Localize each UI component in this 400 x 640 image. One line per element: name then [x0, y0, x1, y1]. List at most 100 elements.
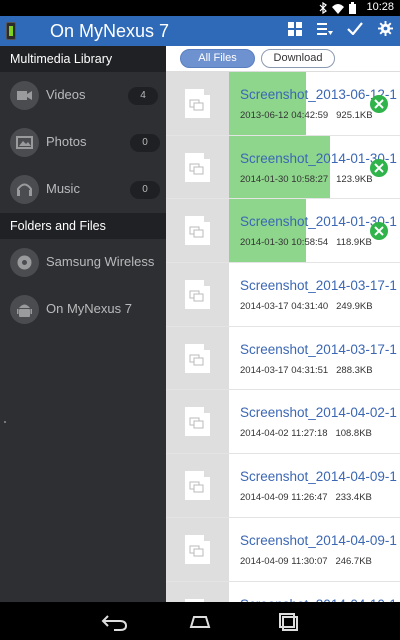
action-bar: On MyNexus 7 — [0, 16, 400, 46]
file-size: 108.8KB — [335, 428, 372, 440]
clock: 10:28 — [366, 1, 394, 13]
sidebar-item-label: Samsung Wireless — [46, 254, 155, 269]
file-size: 123.9KB — [336, 173, 373, 185]
disc-icon — [10, 248, 39, 277]
checkmark-icon — [347, 22, 363, 40]
thumbnail-column — [166, 390, 229, 454]
download-progress — [229, 72, 307, 135]
sidebar-item-label: On MyNexus 7 — [46, 301, 132, 316]
thumbnail-column — [166, 135, 229, 199]
count-badge: 0 — [130, 134, 160, 152]
image-file-icon — [185, 89, 210, 118]
select-button[interactable] — [340, 16, 370, 46]
folders-and-files-header: Folders and Files — [0, 213, 166, 239]
file-size: 925.1KB — [336, 110, 373, 121]
file-meta: 2014-03-17 04:31:51 288.3KB — [240, 365, 373, 376]
check-icon[interactable] — [370, 158, 388, 177]
navigation-bar — [0, 602, 400, 640]
sidebar-item-photos[interactable]: Photos 0 — [0, 119, 166, 166]
file-size: 233.4KB — [335, 492, 372, 504]
file-row[interactable]: Screenshot_2014-04-09-1 2014-04-09 11:26:… — [166, 454, 400, 518]
file-meta: 2014-04-09 11:26:47 233.4KB — [240, 492, 372, 503]
download-progress — [229, 135, 330, 199]
thumbnail-column — [166, 263, 229, 326]
file-size: 118.9KB — [336, 237, 372, 249]
thumbnail-column — [166, 199, 229, 263]
file-row[interactable]: Screenshot_2014-04-02-1 2014-04-02 11:27:… — [166, 390, 400, 455]
file-name: Screenshot_2014-03-17-1 — [240, 341, 397, 357]
thumbnail-column — [166, 454, 229, 517]
file-size: 246.7KB — [335, 555, 372, 567]
file-name: Screenshot_2014-04-09-1 — [240, 469, 397, 485]
headphones-icon — [10, 175, 39, 204]
tab-all-files[interactable]: All Files — [180, 49, 255, 68]
sidebar-item-label: Videos — [46, 87, 86, 102]
android-icon — [10, 295, 39, 324]
recent-apps-icon — [272, 613, 302, 636]
file-meta: 2013-06-12 04:42:59 925.1KB — [240, 110, 373, 121]
file-date: 2013-06-12 04:42:59 — [240, 110, 329, 121]
file-date: 2014-03-17 04:31:40 — [240, 301, 329, 313]
file-row[interactable]: Screenshot_2014-03-17-1 2014-03-17 04:31:… — [166, 263, 400, 327]
back-button[interactable] — [100, 610, 130, 632]
recent-apps-button[interactable] — [272, 610, 302, 632]
sidebar-item-on-mynexus7[interactable]: On MyNexus 7 — [0, 286, 166, 333]
page-title: On MyNexus 7 — [50, 21, 170, 41]
grid-view-button[interactable] — [280, 16, 310, 46]
file-meta: 2014-01-30 10:58:27 123.9KB — [240, 174, 373, 185]
file-list: Screenshot_2013-06-12-1 2013-06-12 04:42:… — [166, 72, 400, 602]
sort-list-icon — [317, 22, 333, 41]
file-row[interactable]: Screenshot_2014-04-10-1 — [166, 581, 400, 602]
image-file-icon — [185, 216, 210, 246]
count-badge: 4 — [128, 87, 158, 105]
decoration-dot — [4, 421, 6, 423]
download-progress — [229, 199, 307, 263]
settings-button[interactable] — [370, 16, 400, 46]
image-file-icon — [185, 152, 210, 182]
file-row[interactable]: Screenshot_2014-03-17-1 2014-03-17 04:31:… — [166, 326, 400, 391]
file-date: 2014-01-30 10:58:54 — [240, 237, 329, 249]
sort-button[interactable] — [310, 16, 340, 46]
action-buttons — [280, 16, 400, 46]
filter-tabs: All Files Download — [166, 46, 400, 72]
file-name: Screenshot_2014-04-02-1 — [240, 405, 397, 421]
tab-download[interactable]: Download — [261, 49, 335, 68]
image-file-icon — [185, 534, 210, 564]
file-row[interactable]: Screenshot_2014-01-30-1 2014-01-30 10:58:… — [166, 135, 400, 200]
file-size: 288.3KB — [336, 364, 373, 376]
file-date: 2014-04-09 11:30:07 — [240, 555, 328, 567]
file-date: 2014-03-17 04:31:51 — [240, 364, 329, 376]
file-meta: 2014-04-02 11:27:18 108.8KB — [240, 428, 372, 439]
image-file-icon — [185, 471, 210, 501]
file-date: 2014-04-09 11:26:47 — [240, 492, 328, 504]
status-bar: 10:28 — [0, 0, 400, 16]
file-row[interactable]: Screenshot_2014-04-09-1 2014-04-09 11:30:… — [166, 517, 400, 582]
sidebar-item-music[interactable]: Music 0 — [0, 166, 166, 213]
grid-icon — [288, 21, 302, 41]
sidebar-item-samsung-wireless[interactable]: Samsung Wireless — [0, 239, 166, 286]
app-icon[interactable] — [6, 22, 16, 40]
sidebar-item-label: Photos — [46, 134, 87, 149]
sidebar-item-videos[interactable]: Videos 4 — [0, 72, 166, 119]
video-camera-icon — [10, 81, 39, 110]
file-name: Screenshot_2014-04-09-1 — [240, 532, 397, 548]
home-button[interactable] — [185, 610, 215, 632]
file-name: Screenshot_2014-03-17-1 — [240, 278, 397, 294]
check-icon[interactable] — [370, 222, 388, 241]
back-arrow-icon — [100, 615, 130, 636]
thumbnail-column — [166, 581, 229, 602]
photo-icon — [10, 128, 39, 157]
sidebar: Multimedia Library Videos 4 Photos 0 Mus… — [0, 46, 166, 602]
file-panel: All Files Download Screenshot_2013-06-12… — [166, 46, 400, 602]
file-row[interactable]: Screenshot_2014-01-30-1 2014-01-30 10:58:… — [166, 199, 400, 264]
file-size: 249.9KB — [336, 301, 373, 313]
file-meta: 2014-04-09 11:30:07 246.7KB — [240, 556, 372, 567]
thumbnail-column — [166, 517, 229, 581]
screen: 10:28 On MyNexus 7 Multimedia Library Vi… — [0, 0, 400, 640]
image-file-icon — [185, 280, 210, 310]
file-row[interactable]: Screenshot_2013-06-12-1 2013-06-12 04:42:… — [166, 72, 400, 136]
multimedia-library-header: Multimedia Library — [0, 46, 166, 72]
count-badge: 0 — [130, 181, 160, 199]
sidebar-item-label: Music — [46, 181, 80, 196]
check-icon[interactable] — [370, 95, 388, 113]
